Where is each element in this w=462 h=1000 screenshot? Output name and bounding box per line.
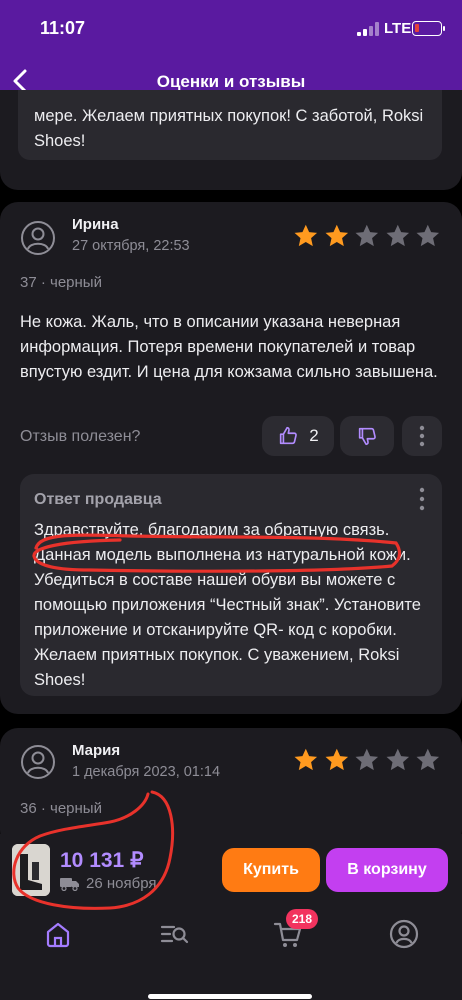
profile-icon[interactable] [386, 916, 422, 952]
star-filled-icon [325, 748, 348, 771]
dislike-button[interactable] [340, 416, 394, 456]
thumbs-down-icon [358, 427, 376, 446]
review-variant: 36 · черный [20, 800, 102, 817]
review-author: Мария [72, 742, 121, 759]
delivery-info: 26 ноября [60, 875, 157, 892]
helpful-label: Отзыв полезен? [20, 428, 141, 445]
product-thumbnail[interactable] [12, 844, 50, 896]
boot-image [12, 844, 50, 896]
cellular-signal-icon [357, 22, 379, 36]
user-avatar-icon [21, 745, 55, 779]
previous-review-card: мере. Желаем приятных покупок! С заботой… [0, 90, 462, 190]
thumbs-up-icon [280, 426, 298, 445]
star-filled-icon [325, 224, 348, 247]
review-card: Ирина 27 октября, 22:53 37 · черный Не к… [0, 202, 462, 714]
review-variant: 37 · черный [20, 274, 102, 291]
rating-stars [292, 222, 442, 250]
seller-reply-text: Здравствуйте, благодарим за обратную свя… [34, 521, 421, 689]
product-price: 10 131 ₽ [60, 849, 144, 872]
review-card: Мария 1 декабря 2023, 01:14 36 · черный [0, 728, 462, 848]
star-filled-icon [294, 224, 318, 247]
home-icon[interactable] [40, 916, 76, 952]
seller-reply-more-icon[interactable] [412, 486, 432, 512]
truck-icon [60, 877, 79, 891]
seller-reply-title: Ответ продавца [34, 491, 162, 508]
delivery-date: 26 ноября [86, 875, 157, 892]
review-more-button[interactable] [402, 416, 442, 456]
more-vertical-icon [419, 425, 425, 447]
previous-seller-reply: мере. Желаем приятных покупок! С заботой… [18, 90, 442, 160]
battery-icon [412, 21, 445, 36]
home-indicator [148, 994, 312, 999]
bottom-tab-bar: 218 [0, 908, 462, 1000]
star-empty-icon [416, 224, 440, 247]
star-filled-icon [294, 748, 318, 771]
seller-reply: Ответ продавца Здравствуйте, благодарим … [20, 474, 442, 696]
star-empty-icon [355, 748, 379, 771]
catalog-search-icon[interactable] [156, 916, 192, 952]
like-button[interactable]: 2 [262, 416, 334, 456]
review-text: Не кожа. Жаль, что в описании указана не… [20, 313, 438, 381]
status-bar: 11:07 LTE [0, 0, 462, 60]
previous-seller-reply-text: мере. Желаем приятных покупок! С заботой… [34, 107, 424, 150]
rating-stars [292, 746, 442, 774]
add-to-cart-button[interactable]: В корзину [326, 848, 448, 892]
review-date: 27 октября, 22:53 [72, 238, 190, 254]
star-empty-icon [386, 224, 409, 247]
star-empty-icon [416, 748, 440, 771]
page-title: Оценки и отзывы [156, 72, 306, 91]
like-count: 2 [309, 426, 319, 445]
buy-button[interactable]: Купить [222, 848, 320, 892]
review-author: Ирина [72, 216, 119, 233]
cart-count-badge: 218 [286, 909, 319, 929]
buy-bar: 10 131 ₽ 26 ноября Купить В корзину [0, 834, 462, 908]
star-empty-icon [355, 224, 379, 247]
status-time: 11:07 [40, 18, 86, 38]
network-type: LTE [384, 20, 412, 37]
star-empty-icon [386, 748, 409, 771]
review-date: 1 декабря 2023, 01:14 [72, 764, 221, 780]
user-avatar-icon [21, 221, 55, 255]
